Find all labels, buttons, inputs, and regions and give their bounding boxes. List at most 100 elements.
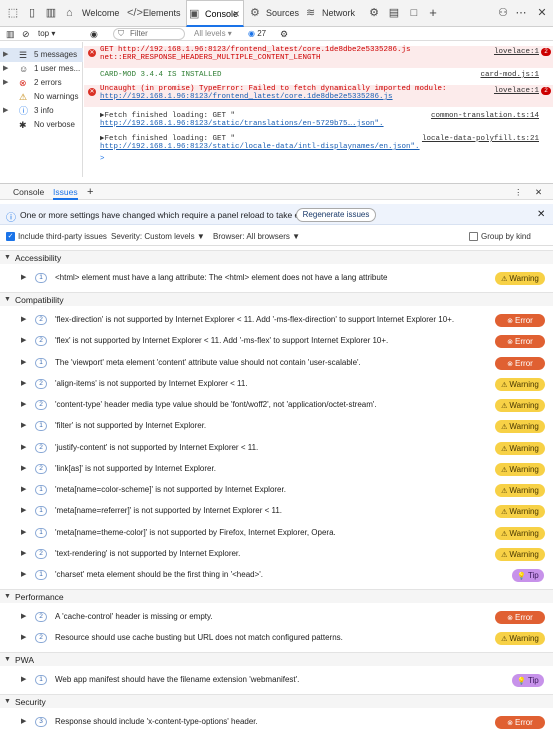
issues-counter[interactable]: ◉ 27 xyxy=(248,27,266,41)
wifi-icon: ≋ xyxy=(306,7,316,19)
context-selector[interactable]: top ▾ xyxy=(38,27,55,41)
issue-count-badge: 2 xyxy=(35,378,47,389)
checkbox-label: Include third-party issues xyxy=(18,232,107,241)
inspect-icon[interactable]: ⬚ xyxy=(6,6,20,20)
sidebar-item-errors[interactable]: ▶ ⊗ 2 errors xyxy=(0,76,83,90)
console-prompt[interactable]: > xyxy=(84,155,553,167)
issue-count-badge: 1 xyxy=(35,506,47,517)
issue-row[interactable]: ▶ 1 'meta[name=theme-color]' is not suppor… xyxy=(0,522,553,543)
issue-row[interactable]: ▶ 2 A 'cache-control' header is missing or… xyxy=(0,606,553,627)
more-icon[interactable]: ⋮ xyxy=(514,184,523,200)
error-icon: ✕ xyxy=(88,49,96,57)
clear-console-icon[interactable]: ⊘ xyxy=(22,27,30,41)
issue-count-badge: 1 xyxy=(35,485,47,495)
levels-dropdown[interactable]: All levels ▾ xyxy=(194,27,232,41)
chevron-right-icon: ▶ xyxy=(21,443,27,451)
close-drawer-icon[interactable]: ✕ xyxy=(535,184,542,200)
issue-text: 'filter' is not supported by Internet Ex… xyxy=(55,421,207,431)
add-panel-icon[interactable]: + xyxy=(87,184,93,200)
issue-category[interactable]: ▼ Performance xyxy=(0,589,553,603)
issue-row[interactable]: ▶ 1 'meta[name=referrer]' is not supported… xyxy=(0,500,553,521)
drawer-tab-issues[interactable]: Issues xyxy=(53,184,78,200)
issue-category[interactable]: ▼ PWA xyxy=(0,652,553,666)
sidebar-item-info[interactable]: ▶ ⓘ 3 info xyxy=(0,104,83,118)
add-tab-icon[interactable]: + xyxy=(426,6,440,20)
issue-row[interactable]: ▶ 1 Web app manifest should have the filen… xyxy=(0,669,553,690)
console-info-message[interactable]: ▶Fetch finished loading: GET " http://19… xyxy=(84,133,553,155)
console-toolbar: ▥ ⊘ top ▾ ◉ ⛉ Filter All levels ▾ ◉ 27 ⚙ xyxy=(0,27,553,41)
issue-row[interactable]: ▶ 1 <html> element must have a lang attrib… xyxy=(0,267,553,288)
tab-console[interactable]: ▣ Console ✕ xyxy=(186,0,244,27)
issue-row[interactable]: ▶ 2 'content-type' header media type value… xyxy=(0,394,553,415)
severity-badge: ⚠ Warning xyxy=(495,420,545,434)
issue-count-badge: 1 xyxy=(35,273,47,283)
regenerate-issues-button[interactable]: Regenerate issues xyxy=(296,208,376,222)
chevron-down-icon: ▾ xyxy=(51,29,56,38)
close-devtools-icon[interactable]: ✕ xyxy=(535,6,549,20)
source-link[interactable]: card-mod.js:1 xyxy=(480,71,539,79)
issue-row[interactable]: ▶ 1 'charset' meta element should be the f… xyxy=(0,564,553,585)
sidebar-toggle-icon[interactable]: ▥ xyxy=(6,27,15,41)
tip-icon: 💡 xyxy=(517,573,526,580)
severity-badge: ⊗ Error xyxy=(495,356,545,370)
issue-category[interactable]: ▼ Compatibility xyxy=(0,292,553,306)
message-link[interactable]: http://192.168.1.96:8123/static/locale-d… xyxy=(100,143,553,151)
issue-row[interactable]: ▶ 2 'flex' is not supported by Internet Ex… xyxy=(0,330,553,351)
severity-badge: ⚠ Warning xyxy=(495,272,545,285)
issue-text: 'text-rendering' is not supported by Int… xyxy=(55,548,241,558)
close-icon[interactable]: ✕ xyxy=(232,1,240,28)
memory-icon[interactable]: ▤ xyxy=(387,6,401,20)
more-icon[interactable]: ⋯ xyxy=(514,6,528,20)
issue-row[interactable]: ▶ 2 'align-items' is not supported by Inte… xyxy=(0,373,553,394)
sidebar-toggle-icon[interactable]: ▥ xyxy=(44,6,58,20)
message-link[interactable]: http://192.168.1.96:8123/static/translat… xyxy=(100,120,553,128)
issue-count-badge: 2 xyxy=(35,442,47,453)
issue-row[interactable]: ▶ 2 'link[as]' is not supported by Interne… xyxy=(0,458,553,479)
issue-category[interactable]: ▼ Security xyxy=(0,694,553,708)
filter-input[interactable]: ⛉ Filter xyxy=(113,28,185,40)
console-info-message[interactable]: ▶Fetch finished loading: GET " http://19… xyxy=(84,110,553,132)
issue-row[interactable]: ▶ 2 'text-rendering' is not supported by I… xyxy=(0,543,553,564)
source-link[interactable]: locale-data-polyfill.ts:21 xyxy=(422,135,539,143)
severity-label: Warning xyxy=(509,379,539,389)
sidebar-item-messages[interactable]: ▶ ☰ 5 messages xyxy=(0,48,83,62)
application-icon[interactable]: □ xyxy=(407,6,421,20)
settings-gear-icon[interactable]: ⚙ xyxy=(280,27,288,41)
tab-welcome[interactable]: ⌂ Welcome xyxy=(64,0,122,27)
group-by-kind-checkbox[interactable]: Group by kind xyxy=(469,227,531,246)
sidebar-item-verbose[interactable]: ✱ No verbose xyxy=(0,118,83,132)
chevron-right-icon: ▶ xyxy=(21,422,27,430)
issue-row[interactable]: ▶ 1 'filter' is not supported by Internet … xyxy=(0,415,553,436)
browser-dropdown[interactable]: Browser: All browsers ▼ xyxy=(213,227,300,246)
drawer-tab-console[interactable]: Console xyxy=(13,184,44,200)
profile-icon[interactable]: ⚇ xyxy=(496,6,510,20)
issue-row[interactable]: ▶ 2 'flex-direction' is not supported by I… xyxy=(0,309,553,330)
message-link[interactable]: http://192.168.1.96:8123/frontend_latest… xyxy=(100,93,553,101)
tab-elements[interactable]: </> Elements xyxy=(125,0,182,27)
warning-icon: ⚠ xyxy=(501,445,508,453)
device-emulation-icon[interactable]: ▯ xyxy=(25,6,39,20)
sidebar-item-user-messages[interactable]: ▶ ☺ 1 user mes... xyxy=(0,62,83,76)
source-link[interactable]: common-translation.ts:14 xyxy=(431,112,539,120)
eye-icon[interactable]: ◉ xyxy=(90,27,98,41)
severity-badge: ⊗ Error xyxy=(495,314,545,327)
source-link[interactable]: lovelace:1 xyxy=(494,87,539,95)
source-link[interactable]: lovelace:1 xyxy=(494,48,539,56)
issue-text: 'justify-content' is not supported by In… xyxy=(55,442,259,452)
close-icon[interactable]: ✕ xyxy=(537,209,545,220)
severity-dropdown[interactable]: Severity: Custom levels ▼ xyxy=(111,227,205,246)
issue-row[interactable]: ▶ 2 'justify-content' is not supported by … xyxy=(0,437,553,458)
tab-sources[interactable]: ⚙ Sources xyxy=(248,0,304,27)
issue-row[interactable]: ▶ 3 Response should include 'x-content-typ… xyxy=(0,711,553,732)
issue-text: 'content-type' header media type value s… xyxy=(55,400,377,409)
issue-row[interactable]: ▶ 1 'meta[name=color-scheme]' is not suppo… xyxy=(0,479,553,500)
third-party-checkbox[interactable]: ✓ Include third-party issues xyxy=(6,227,107,246)
tab-network[interactable]: ≋ Network xyxy=(304,0,364,27)
issue-category[interactable]: ▼ Accessibility xyxy=(0,250,553,264)
performance-icon[interactable]: ⚙ xyxy=(367,6,381,20)
issue-row[interactable]: ▶ 2 Resource should use cache busting but … xyxy=(0,627,553,648)
issue-text: 'flex' is not supported by Internet Expl… xyxy=(55,336,389,346)
issue-row[interactable]: ▶ 1 The 'viewport' meta element 'content' … xyxy=(0,352,553,373)
console-sidebar: ▶ ☰ 5 messages ▶ ☺ 1 user mes... ▶ ⊗ 2 errors … xyxy=(0,42,83,177)
sidebar-item-warnings[interactable]: ⚠ No warnings xyxy=(0,90,83,104)
